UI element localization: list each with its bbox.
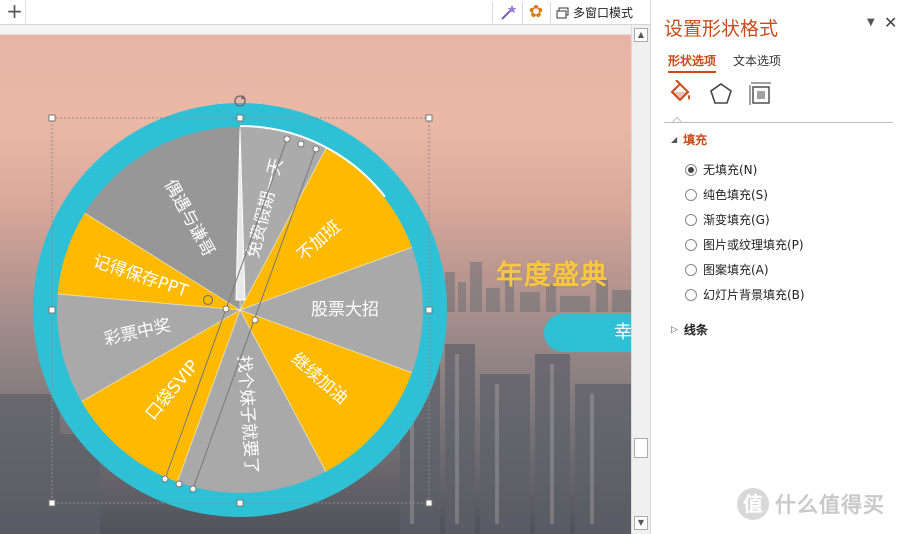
- pane-title: 设置形状格式: [664, 18, 779, 40]
- size-properties-icon[interactable]: [747, 80, 775, 108]
- fill-option-label: 渐变填充(G): [703, 213, 770, 227]
- radio-button[interactable]: [685, 263, 697, 276]
- radio-button[interactable]: [685, 238, 697, 251]
- fill-option-row[interactable]: 图案填充(A): [685, 261, 769, 278]
- pane-divider: [664, 122, 893, 123]
- fill-option-row[interactable]: 幻灯片背景填充(B): [685, 286, 805, 303]
- prize-wheel[interactable]: 偶遇与谦哥 免费假期一天 不加班股票大招继续加油找个妹子就要了口袋SVIP彩票中奖记…: [0, 0, 631, 534]
- radio-button[interactable]: [685, 188, 697, 201]
- fill-option-label: 幻灯片背景填充(B): [703, 288, 805, 302]
- watermark: 值 什么值得买: [737, 488, 885, 520]
- scroll-up-button[interactable]: ▲: [634, 28, 648, 42]
- tab-shape-options[interactable]: 形状选项: [668, 52, 717, 73]
- fill-section-label: 填充: [683, 133, 708, 147]
- scroll-down-button[interactable]: ▼: [634, 516, 648, 530]
- fill-option-row[interactable]: 图片或纹理填充(P): [685, 236, 804, 253]
- radio-button[interactable]: [685, 213, 697, 226]
- fill-option-label: 无填充(N): [703, 163, 758, 177]
- format-shape-pane: 设置形状格式 ▼ ✕ 形状选项 文本选项 ◢ 填充 无填充(N) 纯色填充(S) 渐…: [650, 0, 907, 534]
- scroll-thumb[interactable]: [634, 438, 648, 458]
- pane-close-button[interactable]: ✕: [884, 13, 900, 32]
- fill-option-label: 图案填充(A): [703, 263, 769, 277]
- fill-option-label: 纯色填充(S): [703, 188, 768, 202]
- fill-option-row[interactable]: 无填充(N): [685, 161, 757, 178]
- pane-options-dropdown[interactable]: ▼: [867, 17, 879, 29]
- watermark-text: 什么值得买: [775, 493, 885, 517]
- fill-option-label: 图片或纹理填充(P): [703, 238, 804, 252]
- fill-option-row[interactable]: 纯色填充(S): [685, 186, 768, 203]
- expand-arrow-icon: ▷: [671, 324, 678, 335]
- collapse-arrow-icon: ◢: [671, 135, 678, 144]
- watermark-logo: 值: [737, 488, 769, 520]
- fill-section-header[interactable]: ◢ 填充: [671, 131, 707, 148]
- tab-text-options[interactable]: 文本选项: [733, 52, 781, 69]
- vertical-scrollbar[interactable]: ▲ ▼: [631, 25, 650, 534]
- effects-pentagon-icon[interactable]: [707, 80, 735, 108]
- radio-button[interactable]: [685, 163, 697, 176]
- line-section-label: 线条: [683, 323, 708, 337]
- radio-button[interactable]: [685, 288, 697, 301]
- wheel-segment-label: 股票大招: [311, 300, 379, 320]
- line-section-header[interactable]: ▷ 线条: [671, 321, 708, 338]
- fill-line-icon[interactable]: [666, 80, 694, 108]
- fill-option-row[interactable]: 渐变填充(G): [685, 211, 770, 228]
